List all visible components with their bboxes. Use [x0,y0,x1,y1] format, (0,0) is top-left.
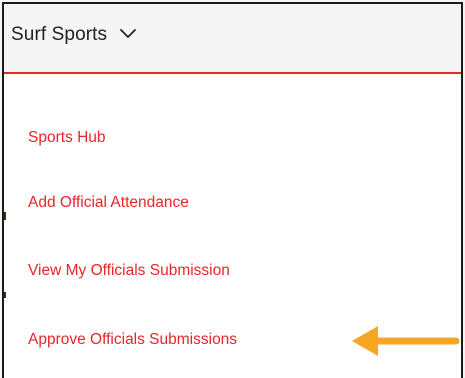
menu-item-view-my-officials-submission[interactable]: View My Officials Submission [28,262,230,280]
chevron-down-icon[interactable] [119,28,137,40]
screenshot-frame: Surf Sports Sports Hub Add Official Atte… [0,0,465,378]
menu-title: Surf Sports [11,24,108,45]
menu-item-sports-hub[interactable]: Sports Hub [28,129,106,147]
menu-item-approve-officials-submissions[interactable]: Approve Officials Submissions [28,331,237,349]
menu-header[interactable]: Surf Sports [4,4,461,74]
menu-item-add-official-attendance[interactable]: Add Official Attendance [28,194,189,212]
left-edge-mark [4,292,6,298]
left-edge-mark [4,212,6,220]
arrow-left-icon [352,326,460,356]
